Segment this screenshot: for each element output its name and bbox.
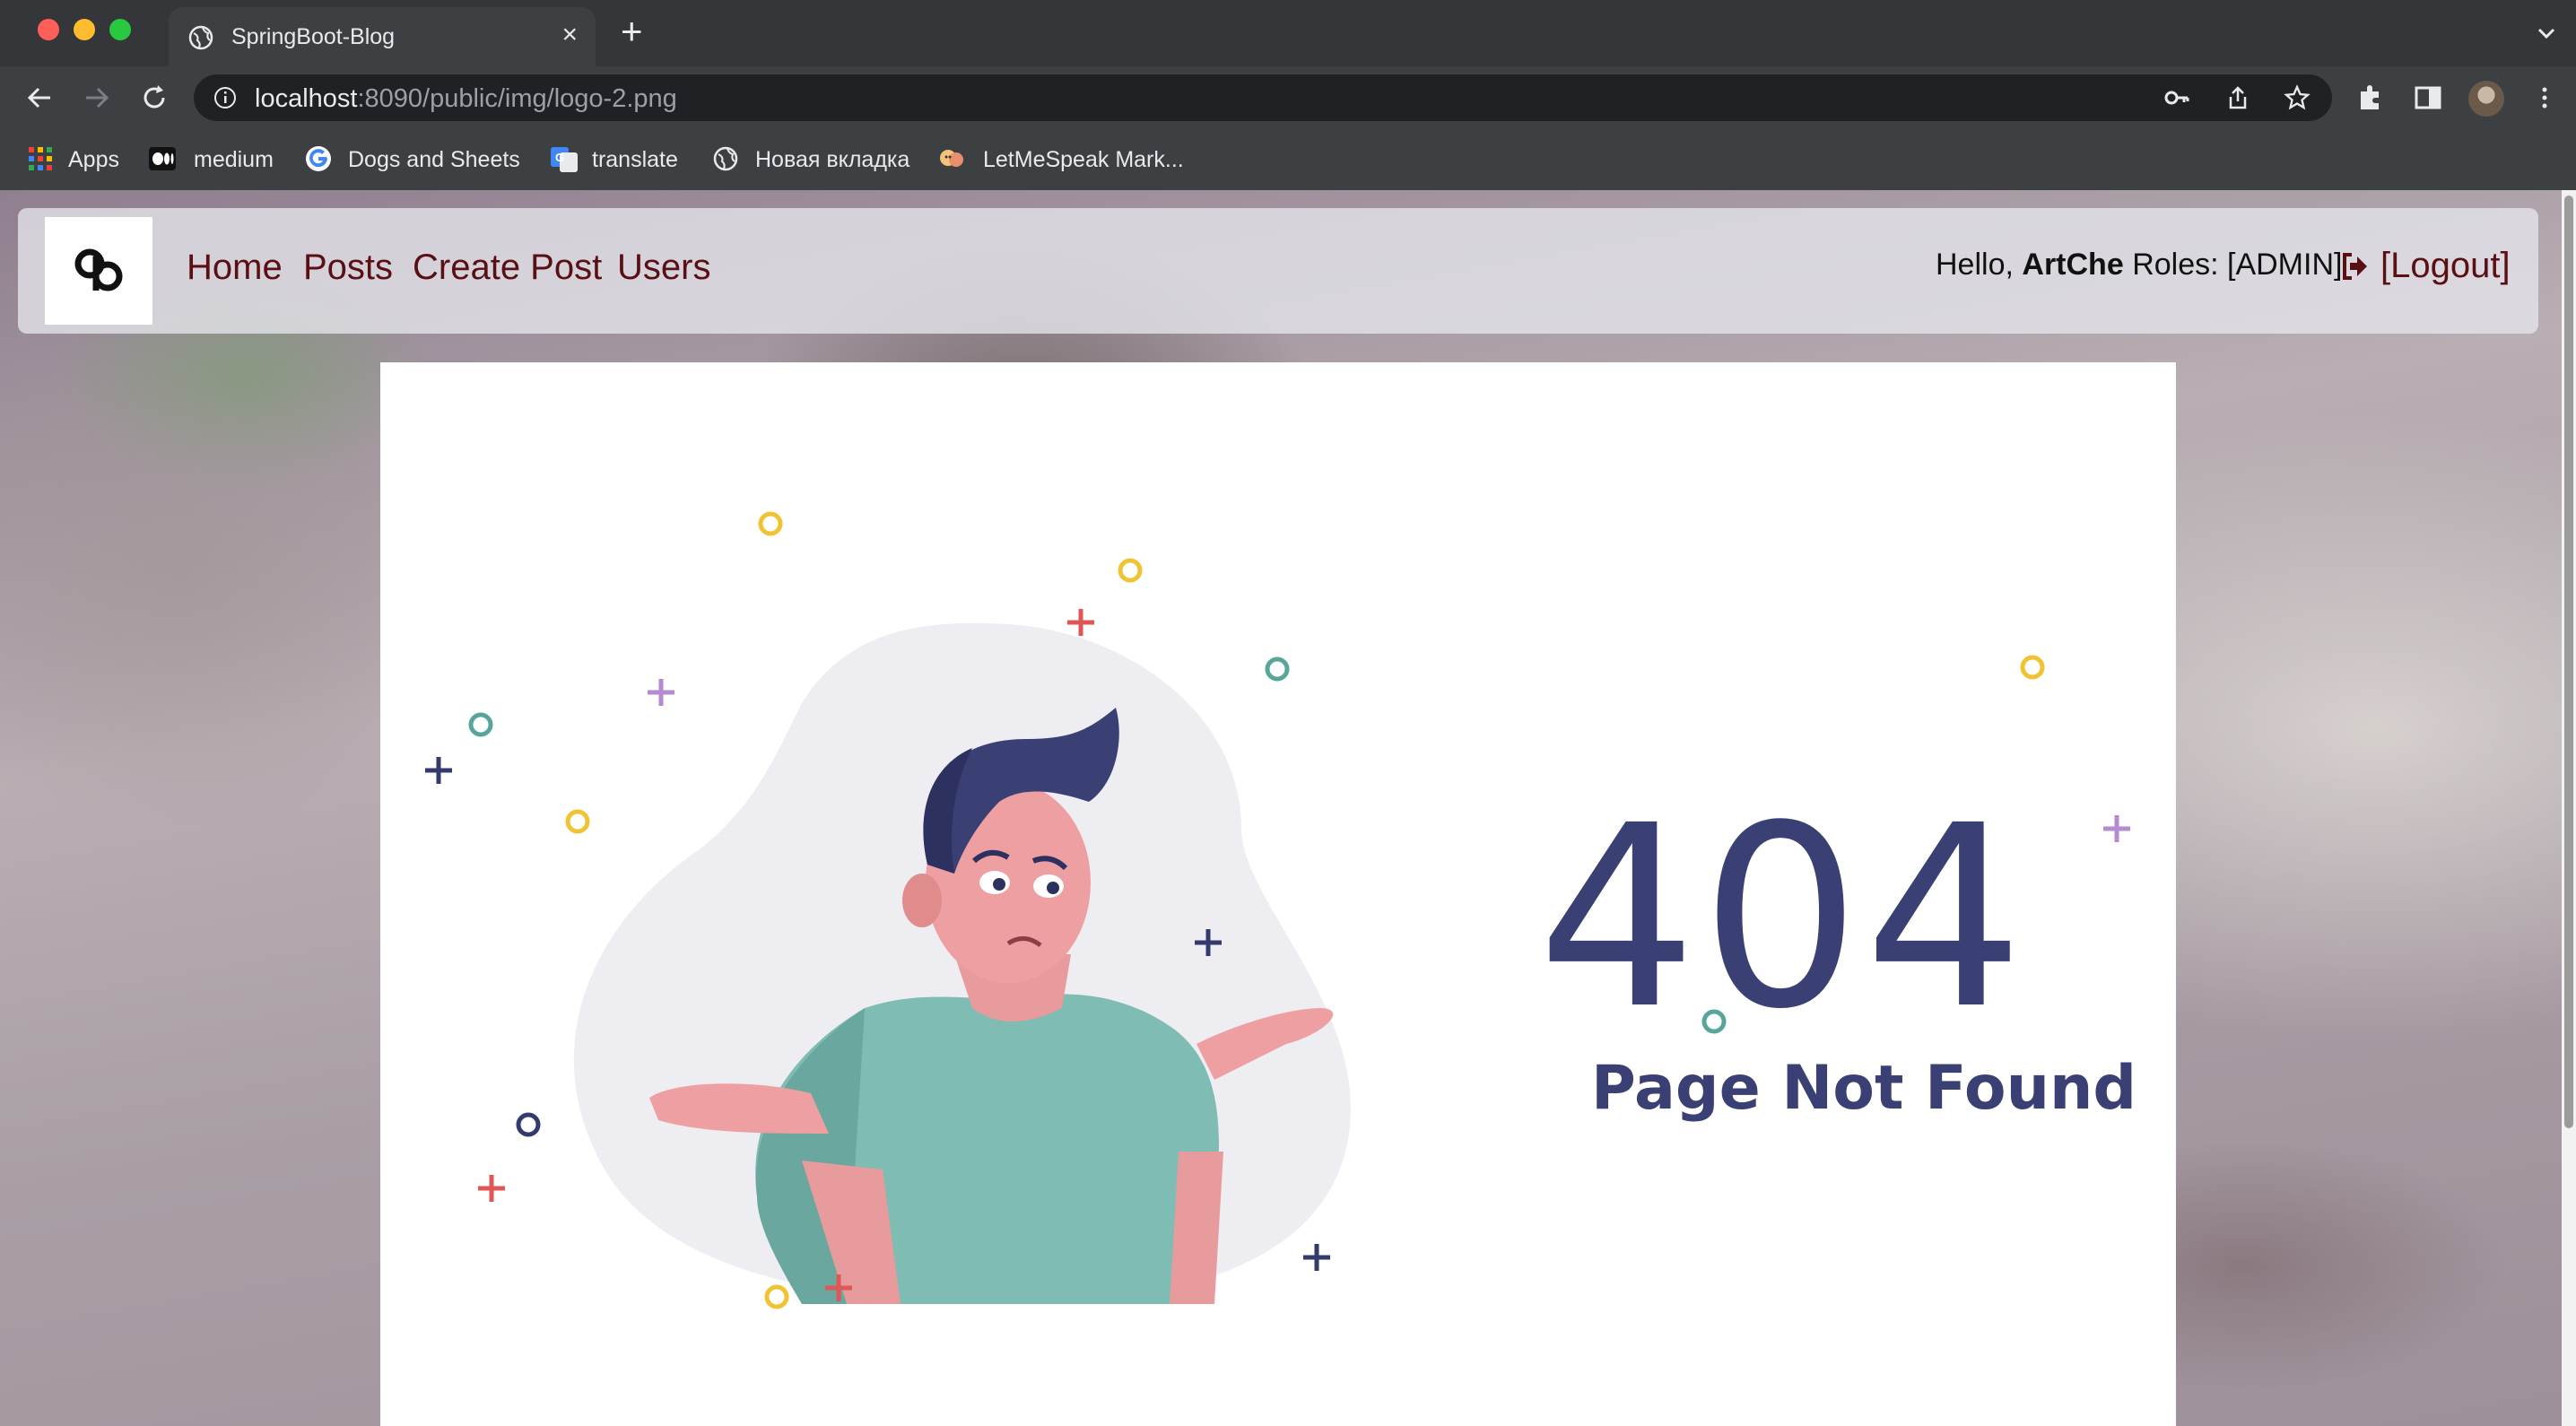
tab-title: SpringBoot-Blog: [231, 24, 396, 49]
globe-icon: [713, 146, 738, 171]
bookmark-label: Apps: [68, 147, 119, 172]
letmespeak-icon: [940, 150, 963, 167]
info-icon[interactable]: [213, 86, 237, 109]
medium-icon: [149, 147, 176, 170]
site-navbar: Home Posts Create Post Users Hello, ArtC…: [18, 208, 2538, 334]
back-arrow-icon[interactable]: [23, 82, 56, 114]
username: ArtChe: [2022, 248, 2124, 282]
kebab-menu-icon[interactable]: [2529, 83, 2560, 113]
bookmark-label: LetMeSpeak Mark...: [983, 147, 1184, 172]
google-translate-icon: G: [551, 147, 578, 172]
globe-icon: [188, 25, 213, 50]
nav-link-create-post[interactable]: Create Post: [413, 248, 602, 288]
nav-link-users[interactable]: Users: [617, 248, 710, 288]
zoom-window-button[interactable]: [109, 19, 131, 40]
bookmark-label: Новая вкладка: [755, 147, 910, 172]
scrollbar-thumb[interactable]: [2564, 196, 2573, 1128]
svg-text:G: G: [555, 151, 564, 164]
key-icon[interactable]: [2163, 84, 2190, 111]
forward-arrow-icon[interactable]: [81, 82, 113, 114]
close-window-button[interactable]: [38, 19, 59, 40]
bookmark-label: medium: [194, 147, 274, 172]
logout-link[interactable]: [Logout]: [2380, 246, 2511, 286]
page-viewport: Home Posts Create Post Users Hello, ArtC…: [0, 190, 2562, 1426]
tab-strip: SpringBoot-Blog × +: [0, 0, 2576, 66]
browser-tab[interactable]: SpringBoot-Blog ×: [169, 7, 596, 66]
address-bar[interactable]: localhost:8090/public/img/logo-2.png: [194, 74, 2332, 121]
share-icon[interactable]: [2224, 84, 2251, 111]
new-tab-button[interactable]: +: [621, 13, 643, 50]
greeting-prefix: Hello,: [1936, 248, 2014, 282]
user-greeting: Hello, ArtChe Roles: [ADMIN]: [1936, 248, 2342, 283]
error-card: 404 Page Not Found: [380, 362, 2176, 1426]
chevron-down-icon[interactable]: [2533, 20, 2560, 47]
minimize-window-button[interactable]: [74, 19, 95, 40]
browser-toolbar: localhost:8090/public/img/logo-2.png: [0, 66, 2576, 129]
side-panel-icon[interactable]: [2413, 83, 2443, 113]
star-icon[interactable]: [2284, 84, 2311, 111]
bookmark-label: translate: [592, 147, 678, 172]
profile-avatar[interactable]: [2468, 81, 2504, 117]
user-roles: Roles: [ADMIN]: [2132, 248, 2343, 282]
nav-link-home[interactable]: Home: [187, 248, 283, 288]
site-logo[interactable]: [45, 217, 152, 325]
logo-icon: [74, 248, 123, 291]
close-tab-icon[interactable]: ×: [561, 20, 578, 50]
apps-grid-icon: [29, 147, 52, 170]
reload-icon[interactable]: [138, 82, 170, 114]
bookmark-label: Dogs and Sheets: [348, 147, 520, 172]
url-host: localhost: [255, 84, 358, 113]
bookmarks-bar: Apps medium Dogs and Sheets G translate …: [0, 129, 2576, 191]
error-message: Page Not Found: [1591, 1053, 2137, 1124]
url-text[interactable]: localhost:8090/public/img/logo-2.png: [255, 84, 677, 114]
extensions-icon[interactable]: [2355, 83, 2386, 113]
error-code: 404: [1537, 772, 2028, 1065]
sign-out-icon[interactable]: [2339, 251, 2370, 282]
nav-link-posts[interactable]: Posts: [303, 248, 393, 288]
url-path: :8090/public/img/logo-2.png: [357, 84, 677, 113]
google-icon: [306, 146, 331, 171]
